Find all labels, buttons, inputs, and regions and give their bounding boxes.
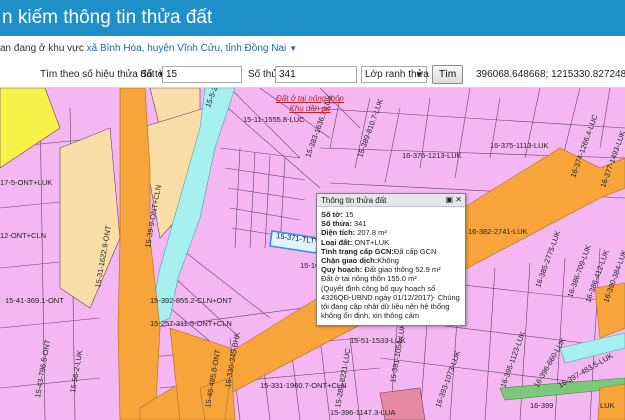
search-bar: Tìm theo số hiệu thửa đất ▼ Số tờ: Số th… bbox=[0, 62, 625, 88]
yellow-zone bbox=[0, 88, 61, 169]
app-header: n kiếm thông tin thửa đất bbox=[0, 0, 625, 36]
popup-note: (Quyết định công bố quy hoạch số 4326QĐ-… bbox=[321, 283, 460, 321]
coordinate-readout: 396068.648668; 1215330.827248 bbox=[476, 69, 625, 80]
parcel-label: 15-56-2-LUK bbox=[68, 349, 84, 393]
popup-area-label: Diện tích: bbox=[321, 228, 356, 238]
popup-plan-value: Đất giao thông 52.9 m² bbox=[364, 265, 441, 275]
parcel-label: 16-399 bbox=[530, 401, 553, 410]
search-mode-label: Tìm theo số hiệu thửa đất bbox=[40, 69, 155, 80]
parcel-label: 16-376-1213-LUK bbox=[402, 151, 462, 160]
map-canvas[interactable]: 15-11-1555.8-LUC 15-383-1636.7-LUK 15-38… bbox=[0, 88, 625, 420]
popup-parcel-label: Số thửa: bbox=[321, 219, 352, 229]
parcel-label: LUK bbox=[600, 401, 615, 410]
parcel-label: 15-396-1147.3-LUA bbox=[330, 408, 395, 417]
location-selector[interactable]: xã Bình Hòa, huyện Vĩnh Cửu, tỉnh Đồng N… bbox=[87, 43, 287, 54]
popup-area-value: 207.8 m² bbox=[357, 228, 387, 238]
parcel-label: 12-ONT+CLN bbox=[0, 231, 46, 240]
popup-cert-label: Tình trạng cấp GCN: bbox=[321, 246, 394, 256]
parcel-label: 15-11-1555.8-LUC bbox=[243, 115, 305, 124]
parcel-number-input[interactable] bbox=[275, 66, 357, 83]
location-text: an đang ở khu vực xã Bình Hòa, huyện Vĩn… bbox=[0, 43, 297, 54]
land-use-label: Đất ở tại nông thôn Khu dân cư bbox=[276, 94, 344, 114]
location-bar: an đang ở khu vực xã Bình Hòa, huyện Vĩn… bbox=[0, 36, 625, 62]
select-arrow-icon: ▼ bbox=[415, 70, 423, 79]
parcel-label: 15-41-369.1-ONT bbox=[5, 296, 64, 305]
sheet-number-input[interactable] bbox=[162, 66, 242, 83]
parcel-label: 17-5-ONT+LUK bbox=[0, 178, 52, 187]
parcel-label: 16-382-2741-LUK bbox=[468, 227, 528, 236]
parcel-label: 16-385-2775-LUK bbox=[533, 230, 562, 289]
popup-cert-value: Đã cấp GCN bbox=[393, 246, 437, 256]
maximize-icon[interactable]: ▣ bbox=[446, 195, 454, 204]
popup-block-value: Không bbox=[377, 256, 399, 266]
parcel-label: 15-392-855.2-CLN+ONT bbox=[150, 296, 233, 305]
parcel-label: 16-375-1113-LUK bbox=[490, 141, 549, 150]
popup-plan-line2: Đất ở tại nông thôn 155.0 m² bbox=[321, 274, 417, 284]
popup-landtype-label: Loại đất: bbox=[321, 237, 353, 247]
chevron-down-icon[interactable]: ▼ bbox=[289, 44, 297, 53]
popup-landtype-value: ONT+LUK bbox=[354, 237, 390, 247]
popup-title: Thông tin thửa đất bbox=[321, 196, 387, 205]
parcel-label: 15-331-1960.7-ONT+CLN bbox=[260, 381, 347, 390]
search-button[interactable]: Tìm bbox=[432, 65, 464, 84]
land-use-line2: Khu dân cư bbox=[289, 104, 331, 113]
parcel-label: 16-393-1073-LUK bbox=[433, 350, 462, 409]
location-prefix: an đang ở khu vực bbox=[0, 43, 84, 54]
popup-parcel-value: 341 bbox=[353, 219, 367, 229]
popup-body: Số tờ: 15 Số thửa: 341 Diện tích: 207.8 … bbox=[317, 207, 465, 323]
popup-block-label: Chặn giao dịch: bbox=[321, 256, 378, 266]
popup-sheet-value: 15 bbox=[345, 210, 354, 219]
parcel-label: 15-257-311.5-ONT+CLN bbox=[150, 319, 232, 328]
parcel-label: 15-391-1054-LUK bbox=[388, 323, 407, 383]
land-use-line1: Đất ở tại nông thôn bbox=[276, 94, 344, 103]
cadastral-map[interactable]: 15-11-1555.8-LUC 15-383-1636.7-LUK 15-38… bbox=[0, 88, 625, 420]
page-title: n kiếm thông tin thửa đất bbox=[2, 7, 213, 28]
popup-sheet-label: Số tờ: bbox=[321, 210, 343, 219]
canal-right bbox=[559, 332, 625, 364]
residential-zone-left bbox=[59, 127, 121, 309]
parcel-info-popup[interactable]: Thông tin thửa đất ▣ ✕ Số tờ: 15 Số thửa… bbox=[316, 193, 466, 326]
popup-plan-label: Quy hoạch: bbox=[321, 265, 363, 275]
popup-header[interactable]: Thông tin thửa đất ▣ ✕ bbox=[317, 194, 465, 207]
parcel-label: 15-51-1533-LUK bbox=[350, 336, 405, 345]
layer-select[interactable]: Lớp ranh thửa ▼ bbox=[361, 66, 429, 83]
close-icon[interactable]: ✕ bbox=[455, 195, 462, 204]
parcel-label: 15-43-796.5-ONT bbox=[33, 338, 52, 398]
parcel-label: 15-289-8221-LUC bbox=[333, 347, 352, 408]
